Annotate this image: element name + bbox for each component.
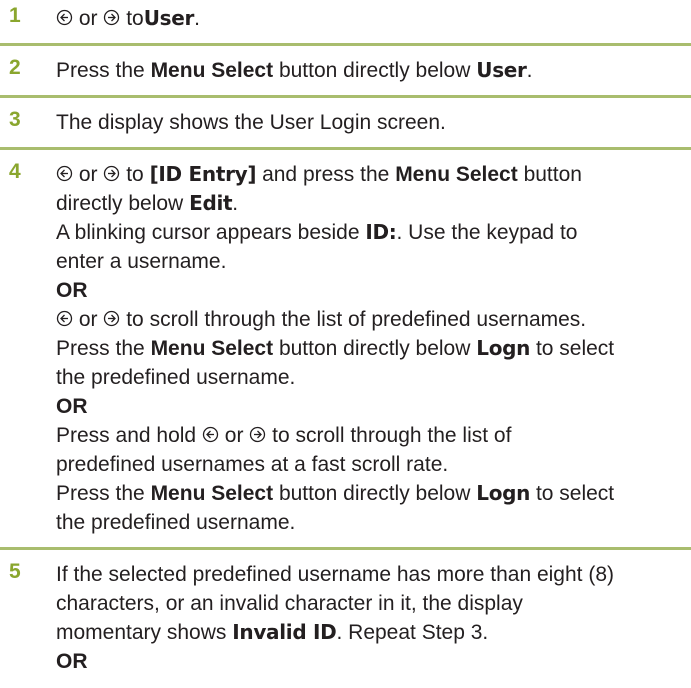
left-arrow-key-icon	[56, 310, 73, 327]
step-line: or to scroll through the list of predefi…	[56, 305, 677, 334]
or-divider: OR	[56, 650, 88, 673]
step-line: If the selected predefined username has …	[56, 563, 614, 586]
to-text: to	[126, 7, 144, 30]
step-line: the predefined username.	[56, 511, 296, 534]
step-1: 1 or toUser.	[0, 0, 691, 46]
step-line: Press the Menu Select button directly be…	[56, 336, 615, 360]
step-line: or toUser.	[56, 4, 677, 33]
step-3: 3 The display shows the User Login scree…	[0, 98, 691, 150]
left-arrow-key-icon	[56, 165, 73, 182]
step-line: or to [ID Entry] and press the Menu Sele…	[56, 160, 677, 189]
left-arrow-key-icon	[202, 426, 219, 443]
step-number: 3	[9, 108, 21, 131]
menu-label-user: User	[476, 58, 527, 82]
step-number: 4	[9, 160, 21, 183]
step-line: A blinking cursor appears beside ID:. Us…	[56, 220, 578, 244]
display-label-id: ID:	[365, 220, 397, 244]
or-text: or	[78, 7, 98, 30]
step-line: Press and hold or to scroll through the …	[56, 424, 512, 447]
right-arrow-key-icon	[249, 426, 266, 443]
menu-select-label: Menu Select	[150, 337, 274, 360]
procedure-steps: 1 or toUser. 2 Press the Menu Select but…	[0, 0, 691, 686]
menu-label-logn: Logn	[476, 481, 531, 505]
step-line: enter a username.	[56, 250, 227, 273]
menu-select-label: Menu Select	[150, 59, 274, 82]
right-arrow-key-icon	[103, 9, 120, 26]
step-5: 5 If the selected predefined username ha…	[0, 550, 691, 686]
or-divider: OR	[56, 279, 88, 302]
step-line: Press the Menu Select button directly be…	[56, 481, 615, 505]
step-number: 1	[9, 4, 21, 27]
right-arrow-key-icon	[103, 165, 120, 182]
menu-select-label: Menu Select	[150, 482, 274, 505]
step-line: directly below Edit.	[56, 191, 239, 215]
step-line: predefined usernames at a fast scroll ra…	[56, 453, 449, 476]
menu-label-logn: Logn	[476, 336, 531, 360]
step-2: 2 Press the Menu Select button directly …	[0, 46, 691, 98]
step-line: characters, or an invalid character in i…	[56, 592, 523, 615]
step-number: 5	[9, 560, 21, 583]
menu-label-edit: Edit	[189, 191, 233, 215]
menu-label-user: User	[143, 6, 195, 30]
step-line: momentary shows Invalid ID. Repeat Step …	[56, 620, 489, 644]
or-divider: OR	[56, 395, 88, 418]
left-arrow-key-icon	[56, 9, 73, 26]
step-number: 2	[9, 56, 21, 79]
step-line: Press the Menu Select button directly be…	[56, 58, 533, 82]
display-message-invalid-id: Invalid ID	[232, 620, 337, 644]
right-arrow-key-icon	[103, 310, 120, 327]
step-4: 4 or to [ID Entry] and press the Menu Se…	[0, 150, 691, 550]
menu-label-id-entry: [ID Entry]	[149, 162, 257, 186]
step-text: The display shows the User Login screen.	[56, 111, 446, 134]
step-line: the predefined username.	[56, 366, 296, 389]
menu-select-label: Menu Select	[395, 163, 518, 186]
